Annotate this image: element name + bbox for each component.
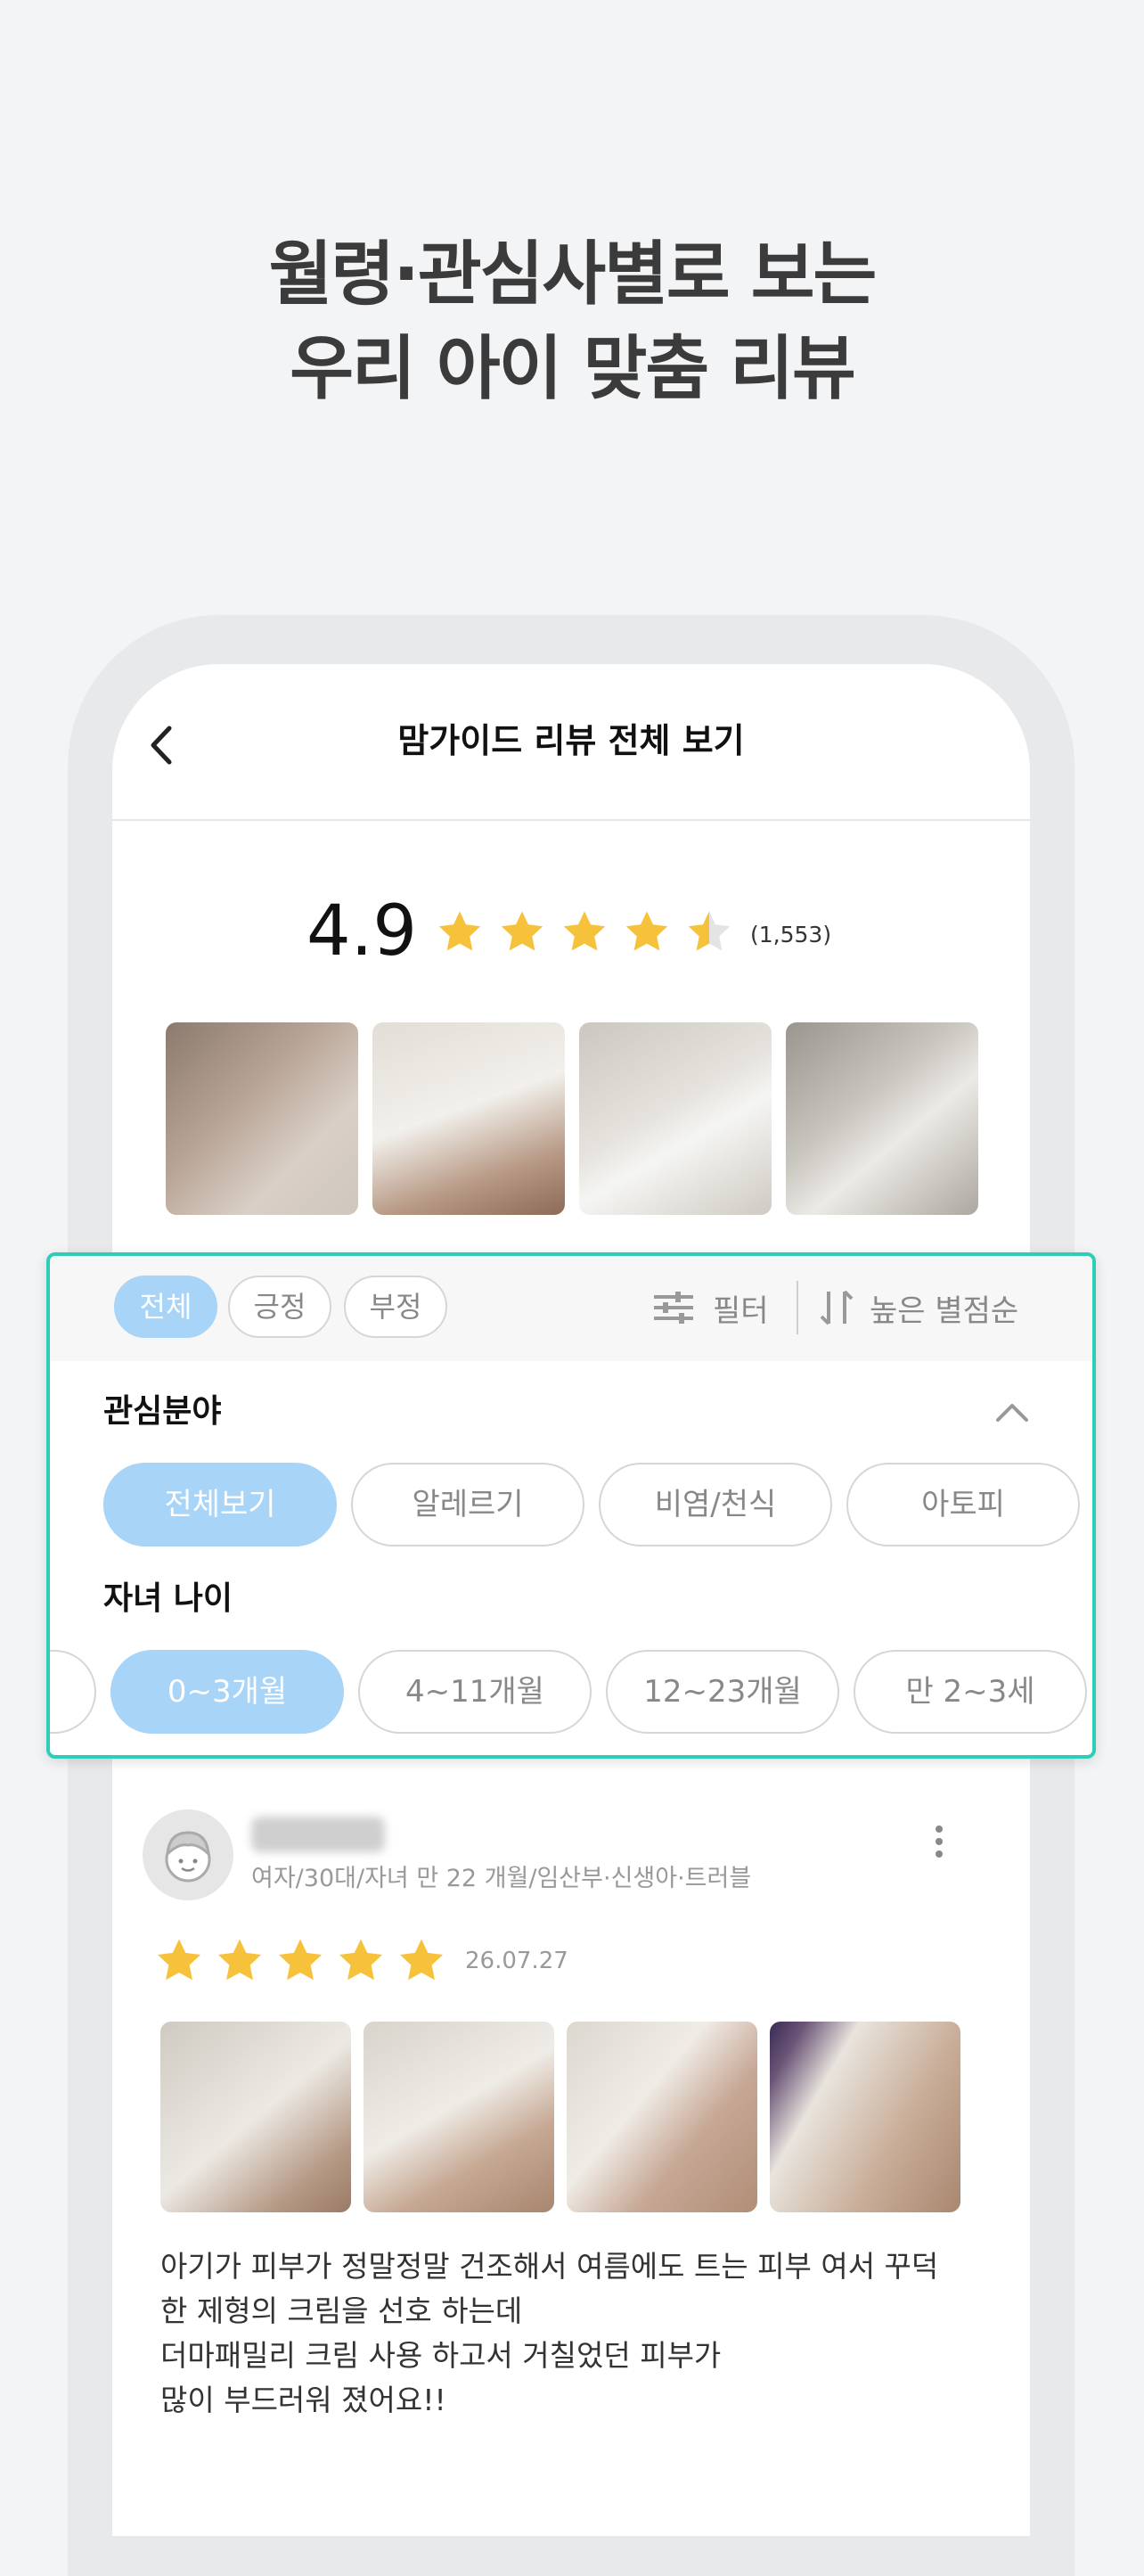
interest-chip[interactable]: 비염/천식	[599, 1463, 832, 1546]
star-icon	[501, 911, 543, 951]
headline-line-1: 월령·관심사별로 보는	[268, 234, 878, 315]
tab-positive[interactable]: 긍정	[228, 1276, 331, 1338]
sentiment-tab-bar: 전체 긍정 부정 필터 높은 별점순	[50, 1256, 1092, 1361]
review-count: (1,553)	[750, 922, 832, 948]
review-photo[interactable]	[567, 2022, 757, 2212]
rating-stars	[435, 908, 734, 956]
star-icon	[563, 911, 606, 951]
avatar-face-icon	[165, 1831, 211, 1883]
reviewer-name-blurred	[251, 1817, 385, 1852]
age-chip[interactable]: 4~11개월	[358, 1650, 592, 1734]
interest-chip[interactable]: 알레르기	[351, 1463, 584, 1546]
star-icon	[339, 1939, 383, 1981]
review-photo[interactable]	[160, 2022, 351, 2212]
more-vertical-icon[interactable]	[930, 1824, 948, 1859]
review-text-line: 많이 부드러워 졌어요!!	[160, 2383, 446, 2417]
age-chip[interactable]: 만 2~3세	[854, 1650, 1087, 1734]
reviewer-meta: 여자/30대/자녀 만 22 개월/임산부·신생아·트러블	[251, 1865, 752, 1892]
review-body: 아기가 피부가 정말정말 건조해서 여름에도 트는 피부 여서 꾸덕 한 제형의…	[160, 2244, 980, 2423]
interest-chip[interactable]: 아토피	[846, 1463, 1080, 1546]
star-icon	[438, 911, 481, 951]
tab-negative[interactable]: 부정	[344, 1276, 447, 1338]
avatar	[143, 1809, 233, 1900]
filter-panel: 전체 긍정 부정 필터 높은 별점순 관심분야 전체보기 알레르기 비염/천식 …	[46, 1252, 1096, 1759]
star-icon	[625, 911, 668, 951]
age-section-title: 자녀 나이	[103, 1580, 233, 1617]
age-chips: 0~3개월 4~11개월 12~23개월 만 2~3세	[50, 1650, 1092, 1735]
interest-chips: 전체보기 알레르기 비염/천식 아토피	[50, 1463, 1092, 1548]
half-star-icon	[688, 911, 731, 951]
star-icon	[399, 1939, 444, 1981]
interest-section-title: 관심분야	[103, 1393, 222, 1430]
nav-bar: 맘가이드 리뷰 전체 보기	[112, 664, 1030, 821]
sort-label: 높은 별점순	[870, 1292, 1019, 1329]
age-chip-overflow[interactable]	[50, 1650, 96, 1734]
age-chip[interactable]: 12~23개월	[606, 1650, 839, 1734]
interest-chip[interactable]: 전체보기	[103, 1463, 337, 1546]
sort-arrows-icon	[820, 1290, 854, 1325]
review-date: 26.07.27	[465, 1948, 568, 1974]
rating-summary: 4.9 (1,553)	[112, 887, 1030, 976]
headline-line-2: 우리 아이 맞춤 리뷰	[290, 329, 856, 409]
review-text-line: 한 제형의 크림을 선호 하는데	[160, 2293, 523, 2328]
sliders-icon	[654, 1292, 693, 1324]
age-chip[interactable]: 0~3개월	[110, 1650, 344, 1734]
rating-score: 4.9	[306, 891, 418, 972]
review-text-line: 아기가 피부가 정말정말 건조해서 여름에도 트는 피부 여서 꾸덕	[160, 2249, 939, 2284]
chevron-up-icon[interactable]	[994, 1399, 1030, 1425]
star-icon	[157, 1939, 201, 1981]
photo-strip	[166, 1022, 978, 1215]
filter-label: 필터	[713, 1292, 769, 1329]
review-text-line: 더마패밀리 크림 사용 하고서 거칠었던 피부가	[160, 2338, 722, 2373]
review-photo-strip	[160, 2022, 960, 2212]
review-photo[interactable]	[166, 1022, 358, 1215]
review-stars	[153, 1936, 447, 1986]
tab-all[interactable]: 전체	[114, 1276, 217, 1338]
divider	[797, 1281, 798, 1334]
star-icon	[278, 1939, 323, 1981]
promo-headline: 월령·관심사별로 보는 우리 아이 맞춤 리뷰	[0, 227, 1144, 416]
review-photo[interactable]	[770, 2022, 960, 2212]
filter-button[interactable]: 필터	[652, 1281, 769, 1334]
review-photo[interactable]	[364, 2022, 554, 2212]
interest-chip-overflow[interactable]	[1094, 1463, 1096, 1546]
star-icon	[217, 1939, 262, 1981]
review-photo[interactable]	[786, 1022, 978, 1215]
review-photo[interactable]	[372, 1022, 565, 1215]
review-photo[interactable]	[579, 1022, 772, 1215]
sort-button[interactable]: 높은 별점순	[818, 1281, 1018, 1334]
page-title: 맘가이드 리뷰 전체 보기	[397, 721, 745, 760]
